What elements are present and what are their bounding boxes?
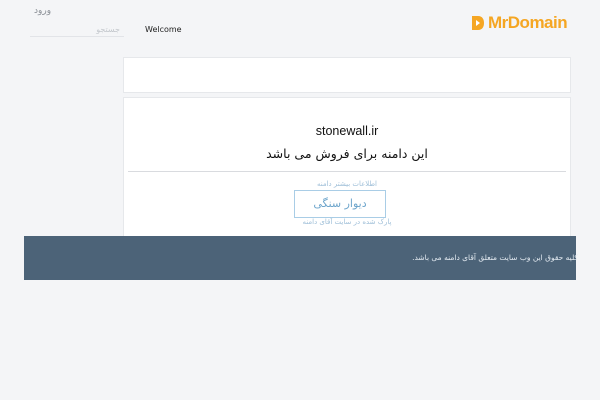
parked-note: پارک شده در سایت آقای دامنه (302, 218, 392, 226)
top-card (123, 57, 571, 93)
domain-button[interactable]: دیوار سنگی (294, 190, 386, 218)
divider (128, 171, 566, 172)
footer: کلیه حقوق این وب سایت متعلق آقای دامنه م… (24, 236, 578, 280)
for-sale-text: این دامنه برای فروش می باشد (266, 146, 428, 161)
copyright-text: کلیه حقوق این وب سایت متعلق آقای دامنه م… (412, 253, 578, 262)
domain-card: stonewall.ir این دامنه برای فروش می باشد… (123, 97, 571, 239)
domain-name: stonewall.ir (315, 124, 379, 138)
top-bar: ورود Welcome MrDomain (0, 0, 600, 50)
logo-mark-icon (472, 16, 484, 30)
welcome-text: Welcome (145, 25, 182, 34)
mrdomain-logo[interactable]: MrDomain (471, 13, 568, 33)
search-input[interactable] (30, 22, 124, 37)
login-link[interactable]: ورود (34, 6, 51, 16)
logo-text: MrDomain (488, 13, 568, 32)
more-info-link[interactable]: اطلاعات بیشتر دامنه (124, 180, 570, 188)
